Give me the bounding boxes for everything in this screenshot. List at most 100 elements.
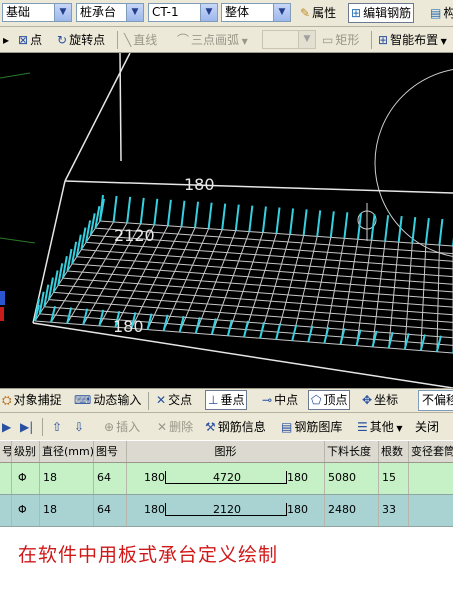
chevron-down-icon[interactable]: ▼	[54, 4, 71, 21]
name-combo[interactable]: CT-1 ▼	[148, 3, 218, 22]
header-grade: 级别	[12, 441, 40, 462]
rebar-hook	[234, 204, 240, 231]
offset-combo[interactable]: 不偏移	[418, 390, 453, 411]
rebar-info-button[interactable]: ⚒ 钢筋信息	[203, 417, 268, 437]
coordinate-icon: ✥	[362, 393, 373, 407]
other-menu-button[interactable]: ☰ 其他 ▼	[355, 417, 404, 437]
mode-combo[interactable]: 整体 ▼	[221, 3, 291, 22]
box-edge	[119, 53, 122, 162]
rebar-hook	[424, 217, 430, 245]
dimension-top: 180	[184, 175, 215, 194]
rebar-library-button[interactable]: ▤ 钢筋图库	[279, 417, 344, 437]
skip-end-icon: ▶|	[20, 420, 34, 434]
drawing-viewport[interactable]: 180 2120 180	[0, 53, 453, 388]
chevron-down-icon[interactable]: ▼	[438, 37, 447, 46]
rebar-hook	[112, 195, 118, 223]
chevron-down-icon[interactable]: ▼	[298, 31, 315, 48]
cell-shape: 180 4720 180	[127, 463, 325, 494]
properties-button[interactable]: ✎ 属性	[298, 3, 338, 23]
header-shape: 图形	[127, 441, 325, 462]
rebar-hook	[139, 197, 145, 224]
rebar-hook	[180, 200, 186, 227]
header-no: 号	[0, 441, 12, 462]
midpoint-snap-button[interactable]: ⊸ 中点	[260, 390, 300, 410]
header-variant: 变径套筒	[411, 445, 453, 458]
rebar-hook	[248, 205, 254, 232]
rebar-hook	[82, 308, 89, 325]
input-icon: ⌨	[74, 393, 92, 407]
component-button[interactable]: ▤构	[428, 3, 453, 23]
midpoint-icon: ⊸	[262, 393, 273, 407]
last-record-button[interactable]: ▶	[0, 417, 13, 437]
close-button[interactable]: 关闭	[413, 417, 441, 437]
rebar-hook	[98, 309, 105, 327]
dynamic-input-button[interactable]: ⌨ 动态输入	[72, 390, 143, 410]
ucs-icon	[0, 291, 5, 305]
library-icon: ▤	[281, 420, 293, 434]
delete-button[interactable]: ✕ 删除	[155, 417, 195, 437]
chevron-down-icon[interactable]: ▼	[200, 4, 217, 21]
shape-right-length: 180	[287, 471, 308, 484]
rebar-hook	[126, 196, 132, 224]
point-button[interactable]: ⊠ 点	[16, 30, 44, 50]
perpendicular-icon: ⊥	[208, 393, 219, 407]
rect-button[interactable]: ▭ 矩形	[320, 30, 361, 50]
insert-button[interactable]: ⊕ 插入	[102, 417, 142, 437]
chevron-down-icon[interactable]: ▼	[239, 37, 248, 46]
table-row[interactable]: Φ 18 64 180 4720 180 5080 15	[0, 463, 453, 495]
arc-button[interactable]: ⌒ 三点画弧 ▼	[175, 30, 250, 50]
separator	[148, 392, 149, 410]
table-row[interactable]: Φ 18 64 180 2120 180 2480 33	[0, 495, 453, 527]
rebar-icon: ⊞	[351, 6, 362, 20]
arrow-down-icon: ⇩	[74, 420, 85, 434]
move-down-button[interactable]: ⇩	[72, 417, 86, 437]
shape-right-length: 180	[287, 503, 308, 516]
intersection-label: 交点	[168, 393, 193, 407]
smart-layout-button[interactable]: ⊞ 智能布置 ▼	[376, 30, 449, 50]
cell-diameter: 18	[40, 495, 94, 526]
line-button[interactable]: ╲ 直线	[122, 30, 159, 50]
end-record-button[interactable]: ▶|	[18, 417, 35, 437]
rebar-shape-icon	[165, 471, 287, 484]
coordinate-label: 坐标	[374, 393, 399, 407]
list-icon: ☰	[357, 420, 368, 434]
snap-toolbar: ⛭对象捕捉 ⌨动态输入 ✕交点 ⊥垂点 ⊸中点 ⬠顶点 ✥坐标 不偏移	[0, 388, 453, 412]
vertex-snap-button[interactable]: ⬠ 顶点	[308, 390, 351, 410]
intersection-snap-button[interactable]: ✕ 交点	[154, 390, 194, 410]
rebar-hook	[289, 208, 295, 235]
rebar-hook	[384, 215, 390, 242]
rotate-point-button[interactable]: ↻ 旋转点	[55, 30, 107, 50]
properties-icon: ✎	[300, 6, 311, 20]
axis-line-green	[0, 72, 31, 79]
cell-grade: Φ	[12, 495, 40, 526]
edit-rebar-button[interactable]: ⊞ 编辑钢筋	[348, 3, 415, 23]
rebar-hook	[438, 218, 444, 246]
category-combo[interactable]: 基础 ▼	[2, 3, 72, 22]
type-value: 桩承台	[80, 5, 117, 19]
object-snap-button[interactable]: ⛭ 对象捕捉	[0, 390, 64, 410]
rebar-hook	[329, 211, 335, 238]
move-up-button[interactable]: ⇧	[50, 417, 64, 437]
table-header: 号 级别 直径(mm) 图号 图形 下料长度 根数 变径套筒	[0, 441, 453, 463]
chevron-down-icon[interactable]: ▼	[126, 4, 143, 21]
cell-diameter: 18	[40, 463, 94, 494]
type-combo[interactable]: 桩承台 ▼	[76, 3, 144, 22]
select-button[interactable]: ▸	[1, 30, 13, 50]
toolbar-main: 基础 ▼ 桩承台 ▼ CT-1 ▼ 整体 ▼ ✎属性 ⊞编辑钢筋 ▤构	[0, 0, 453, 27]
perpendicular-snap-button[interactable]: ⊥ 垂点	[205, 390, 248, 410]
toolbar-draw: ▸ ⊠ 点 ↻ 旋转点 ╲ 直线 ⌒ 三点画弧 ▼ ▼ ▭ 矩形 ⊞ 智能布置 ▼	[0, 27, 453, 53]
cell-shape: 180 2120 180	[127, 495, 325, 526]
offset-value: 不偏移	[422, 393, 453, 407]
rebar-transverse	[211, 231, 250, 335]
dimension-bottom: 180	[113, 317, 144, 336]
shape-left-length: 180	[144, 503, 165, 516]
chevron-down-icon[interactable]: ▼	[273, 4, 290, 21]
rebar-hook	[302, 209, 308, 236]
separator	[371, 31, 372, 49]
arc-option-combo[interactable]: ▼	[262, 30, 316, 49]
coordinate-snap-button[interactable]: ✥ 坐标	[360, 390, 400, 410]
smart-layout-label: 智能布置	[390, 33, 439, 47]
component-label: 构	[443, 6, 453, 20]
header-count: 根数	[379, 441, 409, 462]
chevron-down-icon[interactable]: ▼	[394, 424, 402, 433]
